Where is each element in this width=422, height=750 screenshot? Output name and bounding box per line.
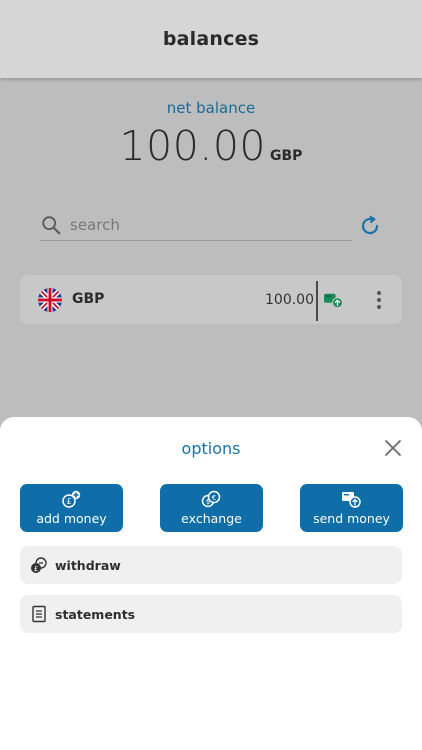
row-divider xyxy=(316,281,318,321)
account-row-gbp[interactable]: GBP 100.00 xyxy=(20,275,402,324)
net-balance-label: net balance xyxy=(166,99,256,117)
statements-icon xyxy=(32,605,46,623)
withdraw-label: withdraw xyxy=(55,558,121,573)
account-currency-code: GBP xyxy=(72,291,105,307)
svg-text:£: £ xyxy=(66,497,71,506)
svg-text:£: £ xyxy=(34,565,38,573)
net-balance-amount: 100.00 GBP xyxy=(0,122,422,170)
refresh-icon[interactable] xyxy=(358,214,382,238)
send-money-label: send money xyxy=(313,511,390,526)
net-balance-value: 100.00 xyxy=(119,122,267,170)
more-options-icon[interactable] xyxy=(370,289,388,311)
sheet-title: options xyxy=(181,439,241,458)
exchange-label: exchange xyxy=(181,511,242,526)
search-bar xyxy=(40,210,352,241)
send-money-icon[interactable] xyxy=(322,291,344,309)
uk-flag-icon xyxy=(38,288,62,312)
add-money-button[interactable]: £ add money xyxy=(20,484,123,532)
options-sheet: options £ add money $ € exchange send mo… xyxy=(0,417,422,750)
search-icon xyxy=(42,216,61,235)
send-money-icon xyxy=(342,492,361,508)
page-title: balances xyxy=(162,28,260,50)
add-money-icon: £ xyxy=(62,490,81,508)
search-input[interactable] xyxy=(68,215,322,235)
statements-item[interactable]: statements xyxy=(20,595,402,633)
net-balance-currency: GBP xyxy=(270,148,303,164)
send-money-button[interactable]: send money xyxy=(300,484,403,532)
withdraw-item[interactable]: £ withdraw xyxy=(20,546,402,584)
withdraw-icon: £ xyxy=(31,557,47,573)
add-money-label: add money xyxy=(36,511,107,526)
svg-text:€: € xyxy=(212,494,216,502)
app-header: balances xyxy=(0,0,422,78)
account-balance: 100.00 xyxy=(265,292,314,308)
exchange-button[interactable]: $ € exchange xyxy=(160,484,263,532)
close-icon[interactable] xyxy=(384,439,402,457)
statements-label: statements xyxy=(55,607,136,622)
exchange-icon: $ € xyxy=(201,490,221,508)
